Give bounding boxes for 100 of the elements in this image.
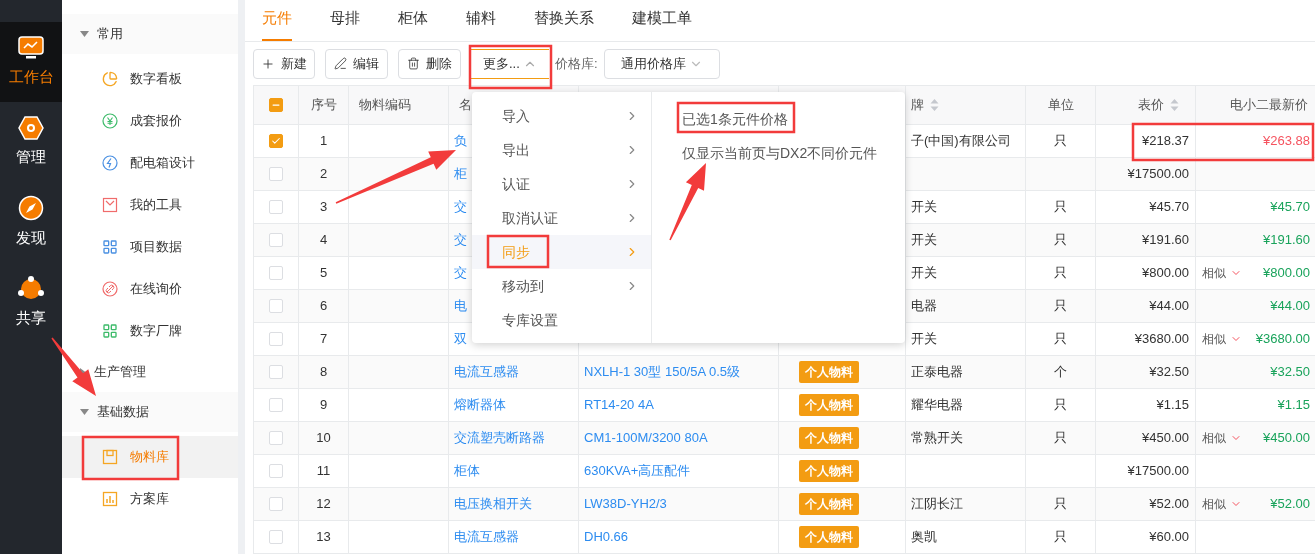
check-icon [271, 136, 281, 146]
similar-toggle[interactable]: 相似 [1202, 330, 1242, 348]
menu-item[interactable]: 移动到 [472, 269, 651, 303]
material-name-link[interactable]: 电流互感器 [454, 527, 519, 547]
link-icon [102, 281, 118, 297]
checkbox[interactable] [269, 365, 283, 379]
table-cell-text: ¥191.60 [1263, 231, 1310, 250]
table-cell-text: 开关 [911, 231, 937, 250]
group-label: 基础数据 [97, 403, 149, 422]
toolbar-button[interactable]: 新建 [253, 48, 315, 79]
table-cell-text: ¥800.00 [1263, 264, 1310, 283]
checkbox[interactable] [269, 134, 283, 148]
sidebar-item[interactable]: 在线询价 [62, 268, 238, 310]
table-cell-text: ¥1.15 [1277, 396, 1310, 415]
material-name-link[interactable]: 熔断器体 [454, 395, 506, 415]
monitor-icon [18, 35, 44, 60]
sidebar-item[interactable]: 方案库 [62, 478, 238, 520]
table-cell-text: 只 [1054, 231, 1067, 250]
similar-toggle[interactable]: 相似 [1202, 429, 1242, 447]
sidebar-item[interactable]: 我的工具 [62, 184, 238, 226]
table-cell-text: ¥3680.00 [1134, 330, 1189, 349]
material-name-link[interactable]: 柜体 [454, 461, 480, 481]
material-name-link[interactable]: 交 [454, 197, 467, 217]
table-cell-text: ¥17500.00 [1127, 462, 1189, 481]
checkbox[interactable] [269, 200, 283, 214]
table-cell-text: 开关 [911, 330, 937, 349]
sort-icon[interactable] [930, 98, 939, 112]
toolbar-button[interactable]: 编辑 [325, 48, 388, 79]
table-cell-text: 只 [1054, 264, 1067, 283]
tag: 个人物料 [799, 493, 859, 515]
checkbox[interactable] [269, 497, 283, 511]
box-icon [102, 449, 118, 465]
table-cell-text: 只 [1054, 396, 1067, 415]
checkbox[interactable] [269, 299, 283, 313]
table-cell-text: ¥1.15 [1156, 396, 1189, 415]
rail-item[interactable]: 管理 [0, 102, 62, 182]
price-library-label: 价格库: [555, 54, 598, 73]
tab[interactable]: 柜体 [398, 0, 428, 41]
rail-item[interactable]: 共享 [0, 262, 62, 342]
caret-down-icon [80, 31, 89, 37]
toolbar-button[interactable]: 删除 [398, 48, 461, 79]
table-cell-text: 只 [1054, 297, 1067, 316]
tag: 个人物料 [799, 394, 859, 416]
sidebar-item[interactable]: 项目数据 [62, 226, 238, 268]
table-cell-text: ¥800.00 [1142, 264, 1189, 283]
group-label: 生产管理 [94, 363, 146, 382]
tab[interactable]: 建模工单 [632, 0, 692, 41]
menu-item[interactable]: 取消认证 [472, 201, 651, 235]
checkbox[interactable] [269, 167, 283, 181]
table-cell-text: ¥52.00 [1149, 495, 1189, 514]
sidebar-item[interactable]: 数字厂牌 [62, 310, 238, 352]
similar-toggle[interactable]: 相似 [1202, 264, 1242, 282]
table-cell-text: ¥450.00 [1142, 429, 1189, 448]
tag: 个人物料 [799, 427, 859, 449]
similar-toggle[interactable]: 相似 [1202, 495, 1242, 513]
highlight-frame [486, 234, 550, 269]
material-name-link[interactable]: 双 [454, 329, 467, 349]
checkbox[interactable] [269, 332, 283, 346]
bar-chart-icon [102, 491, 118, 507]
table-cell-text: ¥450.00 [1263, 429, 1310, 448]
tab[interactable]: 替换关系 [534, 0, 594, 41]
table-cell-text: 只 [1054, 198, 1067, 217]
lightning-icon [102, 155, 118, 171]
checkbox[interactable] [269, 233, 283, 247]
table-cell-text: 只 [1054, 132, 1067, 151]
grid-icon [102, 239, 118, 255]
table-cell-text: ¥263.88 [1263, 132, 1310, 151]
more-button[interactable]: 更多... [471, 48, 549, 79]
sidebar-item[interactable]: 成套报价 [62, 100, 238, 142]
checkbox[interactable] [269, 530, 283, 544]
material-name-link[interactable]: 负 [454, 131, 467, 151]
sort-icon[interactable] [1170, 98, 1179, 112]
grid-icon [102, 323, 118, 339]
checkbox[interactable] [269, 98, 283, 112]
sidebar-item[interactable]: 数字看板 [62, 58, 238, 100]
checkbox[interactable] [269, 266, 283, 280]
checkbox[interactable] [269, 464, 283, 478]
table-cell-text: 个 [1054, 363, 1067, 382]
tag: 个人物料 [799, 460, 859, 482]
menu-item[interactable]: 认证 [472, 167, 651, 201]
checkbox[interactable] [269, 398, 283, 412]
table-cell-text: ¥32.50 [1270, 363, 1310, 382]
table-cell-text: 只 [1054, 528, 1067, 547]
submenu-item[interactable]: 仅显示当前页与DX2不同价元件 [682, 136, 905, 170]
sidebar-item[interactable]: 配电箱设计 [62, 142, 238, 184]
submenu-item[interactable]: 已选1条元件价格 [682, 102, 905, 136]
menu-item[interactable]: 导出 [472, 133, 651, 167]
table-cell-text: LW38D-YH2/3 [584, 495, 667, 514]
table-cell-text: ¥32.50 [1149, 363, 1189, 382]
tab[interactable]: 辅料 [466, 0, 496, 41]
checkbox[interactable] [269, 431, 283, 445]
rail-item[interactable]: 发现 [0, 182, 62, 262]
menu-item[interactable]: 专库设置 [472, 303, 651, 337]
table-cell-text: 只 [1054, 330, 1067, 349]
sidebar-group[interactable]: 常用 [62, 14, 238, 54]
price-library-select[interactable]: 通用价格库 [603, 48, 720, 79]
material-name-link[interactable]: 交 [454, 263, 467, 283]
rail-item[interactable]: 工作台 [0, 22, 62, 102]
tab[interactable]: 母排 [330, 0, 360, 41]
sidebar-group[interactable]: 基础数据 [62, 392, 238, 432]
